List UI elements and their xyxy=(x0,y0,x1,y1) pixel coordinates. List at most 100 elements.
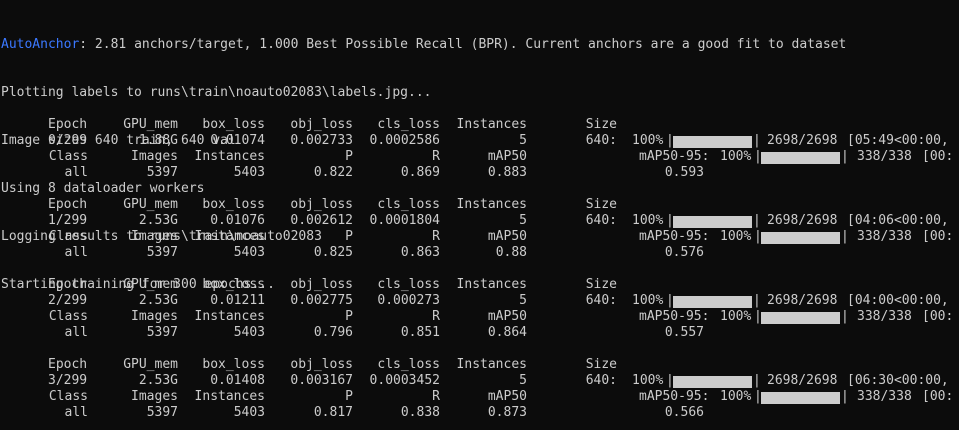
train-progress-time: [05:49<00:00, xyxy=(847,133,949,148)
size-header: Size xyxy=(585,197,617,212)
obj-loss-value: 0.002775 xyxy=(290,293,353,308)
epoch-header: Epoch xyxy=(48,197,88,212)
instances-header: Instances xyxy=(456,277,527,292)
r-header: R xyxy=(432,149,440,164)
precision-value: 0.825 xyxy=(313,245,353,260)
size-header: Size xyxy=(585,277,617,292)
images-value: 5397 xyxy=(146,325,178,340)
val-progress-count: 338/338 xyxy=(857,229,912,244)
obj-loss-header: obj_loss xyxy=(290,357,353,372)
class-header: Class xyxy=(48,309,88,324)
gpu-mem-header: GPU_mem xyxy=(123,117,178,132)
val-progress-percent: 100% xyxy=(720,389,752,404)
cls-loss-value: 0.0002586 xyxy=(369,133,440,148)
val-values-row: all 5397 5403 0.825 0.863 0.88 0.576 xyxy=(0,245,959,261)
map50-95-header: mAP50-95: xyxy=(639,389,710,404)
map50-value: 0.873 xyxy=(487,405,527,420)
class-header: Class xyxy=(48,389,88,404)
train-header-row: Epoch GPU_mem box_loss obj_loss cls_loss Inst… xyxy=(0,197,959,213)
epoch-header: Epoch xyxy=(48,117,88,132)
val-values-row: all 5397 5403 0.822 0.869 0.883 0.593 xyxy=(0,165,959,181)
train-progress-percent: 100% xyxy=(632,373,664,388)
images-header: Images xyxy=(131,229,178,244)
images-header: Images xyxy=(131,149,178,164)
val-instances-value: 5403 xyxy=(233,245,265,260)
gpu-mem-value: 1.88G xyxy=(138,133,178,148)
obj-loss-header: obj_loss xyxy=(290,197,353,212)
terminal-window[interactable]: AutoAnchor: 2.81 anchors/target, 1.000 B… xyxy=(0,0,959,430)
val-progress-time: [00: xyxy=(922,149,954,164)
images-value: 5397 xyxy=(146,405,178,420)
train-progress-time: [04:00<00:00, xyxy=(847,293,949,308)
epoch-block: Epoch GPU_mem box_loss obj_loss cls_loss Inst… xyxy=(0,357,959,421)
train-progress-count: 2698/2698 xyxy=(767,133,838,148)
p-header: P xyxy=(345,229,353,244)
val-instances-value: 5403 xyxy=(233,165,265,180)
recall-value: 0.869 xyxy=(400,165,440,180)
gpu-mem-header: GPU_mem xyxy=(123,197,178,212)
size-value: 640: xyxy=(585,373,617,388)
images-value: 5397 xyxy=(146,165,178,180)
obj-loss-header: obj_loss xyxy=(290,277,353,292)
gpu-mem-value: 2.53G xyxy=(138,213,178,228)
train-values-row: 3/299 2.53G 0.01408 0.003167 0.0003452 5 640: 1… xyxy=(0,373,959,389)
val-progress-bar xyxy=(761,312,840,324)
map50-95-header: mAP50-95: xyxy=(639,149,710,164)
epoch-value: 2/299 xyxy=(48,293,88,308)
train-progress-bar xyxy=(673,136,752,148)
p-header: P xyxy=(345,389,353,404)
val-progress-count: 338/338 xyxy=(857,309,912,324)
train-values-row: 2/299 2.53G 0.01211 0.002775 0.000273 5 640: 10… xyxy=(0,293,959,309)
r-header: R xyxy=(432,309,440,324)
val-progress-time: [00: xyxy=(922,309,954,324)
val-instances-header: Instances xyxy=(194,309,265,324)
box-loss-value: 0.01408 xyxy=(210,373,265,388)
epoch-value: 3/299 xyxy=(48,373,88,388)
epoch-header: Epoch xyxy=(48,277,88,292)
val-progress-bar xyxy=(761,392,840,404)
train-values-row: 1/299 2.53G 0.01076 0.002612 0.0001804 5 640: 1… xyxy=(0,213,959,229)
train-progress-count: 2698/2698 xyxy=(767,373,838,388)
val-header-row: Class Images Instances P RmAP50 mAP50-95: 100%… xyxy=(0,389,959,405)
instances-header: Instances xyxy=(456,117,527,132)
val-progress-percent: 100% xyxy=(720,229,752,244)
instances-header: Instances xyxy=(456,197,527,212)
precision-value: 0.822 xyxy=(313,165,353,180)
cls-loss-header: cls_loss xyxy=(377,197,440,212)
images-value: 5397 xyxy=(146,245,178,260)
val-instances-header: Instances xyxy=(194,149,265,164)
map50-header: mAP50 xyxy=(487,229,527,244)
epoch-block: Epoch GPU_mem box_loss obj_loss cls_loss Inst… xyxy=(0,277,959,341)
val-instances-header: Instances xyxy=(194,389,265,404)
log-line: Using 8 dataloader workers xyxy=(1,181,205,196)
train-values-row: 0/299 1.88G 0.01074 0.002733 0.0002586 5 640: 1… xyxy=(0,133,959,149)
epoch-header: Epoch xyxy=(48,357,88,372)
map50-95-value: 0.593 xyxy=(664,165,704,180)
class-value: all xyxy=(64,245,88,260)
map50-header: mAP50 xyxy=(487,309,527,324)
box-loss-header: box_loss xyxy=(202,357,265,372)
log-line: AutoAnchor: 2.81 anchors/target, 1.000 B… xyxy=(1,37,846,53)
obj-loss-value: 0.002612 xyxy=(290,213,353,228)
log-line: Plotting labels to runs\train\noauto0208… xyxy=(1,85,432,100)
train-progress-count: 2698/2698 xyxy=(767,293,838,308)
map50-95-value: 0.557 xyxy=(664,325,704,340)
val-instances-header: Instances xyxy=(194,229,265,244)
train-progress-percent: 100% xyxy=(632,293,664,308)
cls-loss-value: 0.0001804 xyxy=(369,213,440,228)
bar-edge: | xyxy=(841,389,849,404)
bar-edge: | xyxy=(841,149,849,164)
val-header-row: Class Images Instances P RmAP50 mAP50-95: 100%… xyxy=(0,149,959,165)
obj-loss-value: 0.003167 xyxy=(290,373,353,388)
cls-loss-value: 0.000273 xyxy=(377,293,440,308)
map50-95-header: mAP50-95: xyxy=(639,229,710,244)
images-header: Images xyxy=(131,389,178,404)
class-header: Class xyxy=(48,149,88,164)
precision-value: 0.817 xyxy=(313,405,353,420)
val-instances-value: 5403 xyxy=(233,405,265,420)
epoch-value: 0/299 xyxy=(48,133,88,148)
val-progress-time: [00: xyxy=(922,389,954,404)
val-instances-value: 5403 xyxy=(233,325,265,340)
map50-value: 0.864 xyxy=(487,325,527,340)
p-header: P xyxy=(345,149,353,164)
